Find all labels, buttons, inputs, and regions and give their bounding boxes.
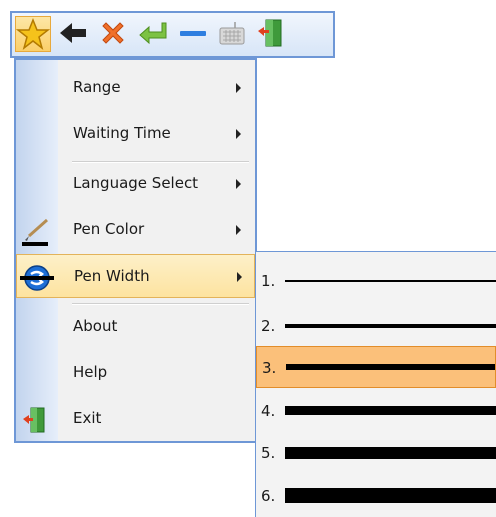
pen-color-icon [22,218,48,246]
star-button[interactable] [15,16,51,52]
minimize-icon [180,31,206,36]
menu-item-label: About [73,317,118,335]
pen-width-option-6[interactable]: 6. [256,475,496,517]
toolbar [10,11,335,58]
menu-item-label: Range [73,78,121,96]
pen-width-submenu: 1. 2. 3. 4. 5. 6. [255,251,496,517]
menu-item-help[interactable]: Help [16,351,255,395]
line-sample [285,406,496,415]
line-sample [285,488,496,503]
exit-button[interactable] [255,16,291,52]
option-number: 4. [261,402,276,420]
option-number: 1. [261,272,276,290]
submenu-arrow-icon [237,272,242,282]
menu-item-about[interactable]: About [16,305,255,349]
pen-width-option-3[interactable]: 3. [256,346,496,388]
option-number: 6. [261,487,276,505]
menu-item-label: Waiting Time [73,124,171,142]
menu-item-label: Language Select [73,174,199,192]
submenu-arrow-icon [236,129,241,139]
close-button[interactable] [96,16,132,52]
menu-item-pen-color[interactable]: Pen Color [16,208,255,252]
enter-button[interactable] [136,16,172,52]
minimize-button[interactable] [176,16,212,52]
keyboard-button[interactable] [215,16,251,52]
pen-width-option-4[interactable]: 4. [256,390,496,432]
context-menu: Range Waiting Time Language Select Pen C… [14,58,257,443]
menu-item-label: Pen Color [73,220,145,238]
menu-item-waiting-time[interactable]: Waiting Time [16,112,255,156]
star-icon [16,17,50,50]
back-button[interactable] [56,16,92,52]
menu-item-pen-width[interactable]: Pen Width [16,254,255,298]
option-number: 5. [261,444,276,462]
line-sample [286,364,495,370]
close-icon [102,22,124,44]
pen-width-option-2[interactable]: 2. [256,305,496,347]
enter-icon [139,22,167,45]
pen-width-option-1[interactable]: 1. [256,260,496,302]
back-arrow-icon [60,23,86,43]
option-number: 3. [262,359,277,377]
exit-door-icon [23,407,45,433]
submenu-arrow-icon [236,83,241,93]
pen-width-icon [20,265,54,291]
line-sample [285,447,496,459]
submenu-arrow-icon [236,179,241,189]
menu-item-label: Exit [73,409,102,427]
menu-item-label: Pen Width [74,267,150,285]
submenu-arrow-icon [236,225,241,235]
menu-item-label: Help [73,363,108,381]
exit-door-icon [258,19,282,47]
keyboard-icon [219,22,245,45]
menu-item-exit[interactable]: Exit [16,397,255,441]
line-sample [285,324,496,328]
option-number: 2. [261,317,276,335]
menu-item-language-select[interactable]: Language Select [16,162,255,206]
line-sample [285,280,496,282]
menu-item-range[interactable]: Range [16,66,255,110]
pen-width-option-5[interactable]: 5. [256,432,496,474]
